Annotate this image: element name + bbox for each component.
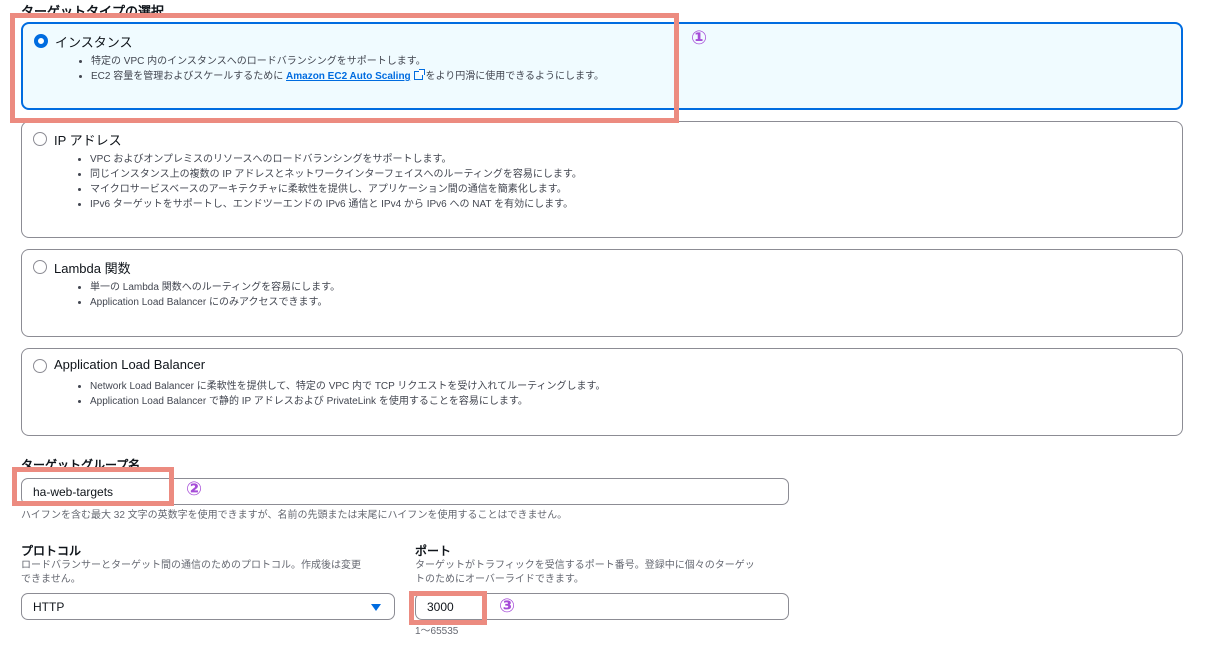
option-alb-card[interactable]: Application Load Balancer Network Load B…	[21, 348, 1183, 436]
bullet-text: をより円滑に使用できるようにします。	[425, 71, 605, 82]
option-alb-label: Application Load Balancer	[54, 357, 206, 372]
option-instance-label: インスタンス	[55, 35, 133, 50]
port-input[interactable]: 3000	[415, 593, 789, 620]
port-description-line: ターゲットがトラフィックを受信するポート番号。登録中に個々のターゲッ	[415, 560, 755, 571]
radio-lambda[interactable]	[33, 260, 47, 274]
target-group-name-help: ハイフンを含む最大 32 文字の英数字を使用できますが、名前の先頭または末尾にハ…	[21, 510, 568, 521]
protocol-value: HTTP	[33, 600, 65, 614]
bullet: Application Load Balancer にのみアクセスできます。	[90, 295, 340, 310]
target-group-name-label: ターゲットグループ名	[21, 458, 141, 472]
annotation-marker-3: ③	[499, 596, 516, 617]
ec2-auto-scaling-link[interactable]: Amazon EC2 Auto Scaling	[286, 71, 411, 82]
option-ip-card[interactable]: IP アドレス VPC およびオンプレミスのリソースへのロードバランシングをサポ…	[21, 121, 1183, 238]
annotation-marker-1: ①	[691, 28, 708, 49]
bullet: EC2 容量を管理およびスケールするために Amazon EC2 Auto Sc…	[91, 69, 604, 84]
option-instance-card[interactable]: インスタンス 特定の VPC 内のインスタンスへのロードバランシングをサポートし…	[21, 22, 1183, 110]
radio-ip[interactable]	[33, 132, 47, 146]
option-ip-label: IP アドレス	[54, 133, 122, 148]
caret-down-icon	[371, 604, 381, 611]
annotation-marker-2: ②	[186, 479, 203, 500]
protocol-description-line: ロードバランサーとターゲット間の通信のためのプロトコル。作成後は変更	[21, 560, 361, 571]
port-description-line: トのためにオーバーライドできます。	[415, 574, 584, 585]
bullet: 単一の Lambda 関数へのルーティングを容易にします。	[90, 280, 340, 295]
option-lambda-bullets: 単一の Lambda 関数へのルーティングを容易にします。 Applicatio…	[74, 280, 340, 310]
bullet: マイクロサービスベースのアーキテクチャに柔軟性を提供し、アプリケーション間の通信…	[90, 182, 582, 197]
port-description: ターゲットがトラフィックを受信するポート番号。登録中に個々のターゲッ トのために…	[415, 559, 795, 587]
option-alb-bullets: Network Load Balancer に柔軟性を提供して、特定の VPC …	[74, 379, 606, 409]
port-label: ポート	[415, 544, 452, 558]
option-lambda-card[interactable]: Lambda 関数 単一の Lambda 関数へのルーティングを容易にします。 …	[21, 249, 1183, 337]
option-lambda-label: Lambda 関数	[54, 261, 131, 276]
protocol-description-line: できません。	[21, 574, 81, 585]
option-ip-bullets: VPC およびオンプレミスのリソースへのロードバランシングをサポートします。 同…	[74, 152, 582, 212]
port-constraint: 1〜65535	[415, 626, 459, 637]
external-link-icon	[413, 69, 425, 80]
protocol-select[interactable]: HTTP	[21, 593, 395, 620]
bullet: 特定の VPC 内のインスタンスへのロードバランシングをサポートします。	[91, 54, 604, 69]
bullet: Network Load Balancer に柔軟性を提供して、特定の VPC …	[90, 379, 606, 394]
bullet-text: EC2 容量を管理およびスケールするために	[91, 71, 284, 82]
radio-alb[interactable]	[33, 359, 47, 373]
target-type-title: ターゲットタイプの選択	[21, 4, 165, 19]
bullet: Application Load Balancer で静的 IP アドレスおよび…	[90, 394, 606, 409]
protocol-label: プロトコル	[21, 544, 82, 558]
bullet: IPv6 ターゲットをサポートし、エンドツーエンドの IPv6 通信と IPv4…	[90, 197, 582, 212]
option-instance-bullets: 特定の VPC 内のインスタンスへのロードバランシングをサポートします。 EC2…	[75, 54, 604, 84]
target-group-name-input[interactable]: ha-web-targets	[21, 478, 789, 505]
radio-instance[interactable]	[34, 34, 48, 48]
protocol-description: ロードバランサーとターゲット間の通信のためのプロトコル。作成後は変更 できません…	[21, 559, 401, 587]
bullet: 同じインスタンス上の複数の IP アドレスとネットワークインターフェイスへのルー…	[90, 167, 582, 182]
bullet: VPC およびオンプレミスのリソースへのロードバランシングをサポートします。	[90, 152, 582, 167]
